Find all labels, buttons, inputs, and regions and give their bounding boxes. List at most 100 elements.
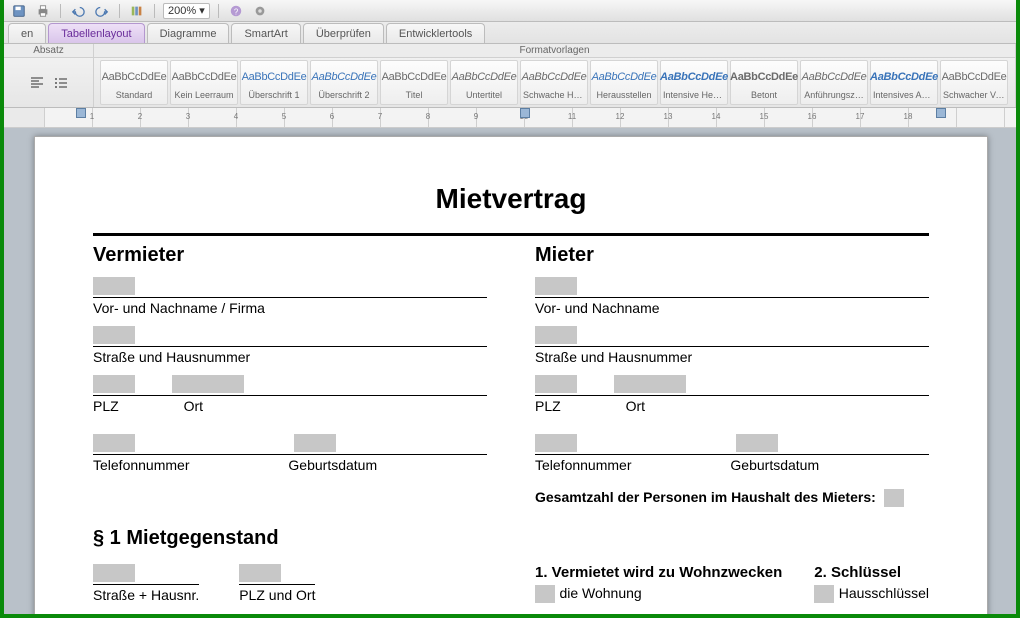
document-workarea[interactable]: Mietvertrag Vermieter Vor- und Nachname … xyxy=(4,128,1016,614)
ruler-number: 2 xyxy=(138,112,142,121)
library-icon[interactable] xyxy=(128,3,146,19)
style-name: Intensives An… xyxy=(873,89,935,103)
style-name: Schwache Her… xyxy=(523,89,585,103)
style-name: Schwacher Ve… xyxy=(943,89,1005,103)
field-placeholder[interactable] xyxy=(294,434,336,452)
label-plzort: PLZ und Ort xyxy=(239,587,315,603)
style-item[interactable]: AaBbCcDdEeTitel xyxy=(380,60,448,105)
document-page[interactable]: Mietvertrag Vermieter Vor- und Nachname … xyxy=(34,136,988,614)
field-line xyxy=(93,584,199,585)
field-placeholder[interactable] xyxy=(93,277,135,295)
style-sample: AaBbCcDdEe xyxy=(243,65,305,89)
group-title-paragraph: Absatz xyxy=(4,44,93,58)
ruler-number: 11 xyxy=(568,112,576,121)
field-placeholder[interactable] xyxy=(535,326,577,344)
ruler-number: 7 xyxy=(378,112,382,121)
field-placeholder[interactable] xyxy=(814,585,834,603)
field-placeholder[interactable] xyxy=(239,564,281,582)
label-plz-r: PLZ xyxy=(535,398,561,414)
label-ort: Ort xyxy=(184,398,203,414)
style-sample: AaBbCcDdEe xyxy=(733,65,795,89)
tab-entwicklertools[interactable]: Entwicklertools xyxy=(386,23,485,43)
settings-icon[interactable] xyxy=(251,3,269,19)
field-placeholder[interactable] xyxy=(535,375,577,393)
ruler-number: 4 xyxy=(234,112,238,121)
style-item[interactable]: AaBbCcDdEeKein Leerraum xyxy=(170,60,238,105)
ruler-number: 8 xyxy=(426,112,430,121)
doc-title: Mietvertrag xyxy=(93,183,929,215)
field-placeholder[interactable] xyxy=(93,326,135,344)
heading-mieter: Mieter xyxy=(535,244,929,267)
field-placeholder[interactable] xyxy=(93,564,135,582)
align-left-icon[interactable] xyxy=(27,73,47,93)
zoom-value: 200% xyxy=(168,5,196,17)
style-item[interactable]: AaBbCcDdEeIntensive Her… xyxy=(660,60,728,105)
help-icon[interactable]: ? xyxy=(227,3,245,19)
style-item[interactable]: AaBbCcDdEeBetont xyxy=(730,60,798,105)
style-item[interactable]: AaBbCcDdEeÜberschrift 1 xyxy=(240,60,308,105)
ruler-number: 1 xyxy=(90,112,94,121)
style-item[interactable]: AaBbCcDdEeStandard xyxy=(100,60,168,105)
ruler-number: 15 xyxy=(760,112,769,121)
redo-icon[interactable] xyxy=(93,3,111,19)
field-placeholder[interactable] xyxy=(736,434,778,452)
undo-icon[interactable] xyxy=(69,3,87,19)
subhead-2: 2. Schlüssel xyxy=(814,564,929,581)
field-placeholder[interactable] xyxy=(614,375,686,393)
center-marker-icon[interactable] xyxy=(520,108,530,118)
zoom-control[interactable]: 200% ▾ xyxy=(163,3,210,19)
label-tel: Telefonnummer xyxy=(93,457,190,473)
style-item[interactable]: AaBbCcDdEeSchwache Her… xyxy=(520,60,588,105)
label-dob-r: Geburtsdatum xyxy=(730,457,819,473)
field-placeholder[interactable] xyxy=(535,277,577,295)
title-rule xyxy=(93,233,929,236)
ribbon-tabs: en Tabellenlayout Diagramme SmartArt Übe… xyxy=(4,22,1016,44)
style-sample: AaBbCcDdEe xyxy=(103,65,165,89)
indent-marker-left-icon[interactable] xyxy=(76,108,86,118)
field-placeholder[interactable] xyxy=(172,375,244,393)
styles-gallery[interactable]: AaBbCcDdEeStandardAaBbCcDdEeKein Leerrau… xyxy=(94,58,1015,107)
style-item[interactable]: AaBbCcDdEeIntensives An… xyxy=(870,60,938,105)
indent-marker-right-icon[interactable] xyxy=(936,108,946,118)
field-placeholder[interactable] xyxy=(535,434,577,452)
horizontal-ruler[interactable]: 123456789101112131415161718 xyxy=(4,108,1016,128)
style-item[interactable]: AaBbCcDdEeSchwacher Ve… xyxy=(940,60,1008,105)
field-placeholder[interactable] xyxy=(93,434,135,452)
label-plz: PLZ xyxy=(93,398,119,414)
tab-tabellenlayout[interactable]: Tabellenlayout xyxy=(48,23,144,43)
ruler-number: 9 xyxy=(474,112,478,121)
tab-smartart[interactable]: SmartArt xyxy=(231,23,300,43)
style-sample: AaBbCcDdEe xyxy=(383,65,445,89)
tab-partial[interactable]: en xyxy=(8,23,46,43)
ribbon-group-styles: Formatvorlagen AaBbCcDdEeStandardAaBbCcD… xyxy=(94,44,1016,107)
field-placeholder[interactable] xyxy=(93,375,135,393)
ruler-scale: 123456789101112131415161718 xyxy=(44,108,1016,127)
label-ort-r: Ort xyxy=(626,398,645,414)
section1-left: Straße + Hausnr. PLZ und Ort xyxy=(93,564,487,603)
field-line xyxy=(93,346,487,347)
field-line xyxy=(535,395,929,396)
label-name-firma: Vor- und Nachname / Firma xyxy=(93,300,487,316)
field-placeholder[interactable] xyxy=(884,489,904,507)
style-item[interactable]: AaBbCcDdEeUntertitel xyxy=(450,60,518,105)
style-name: Überschrift 2 xyxy=(313,89,375,103)
field-placeholder[interactable] xyxy=(535,585,555,603)
style-item[interactable]: AaBbCcDdEeHerausstellen xyxy=(590,60,658,105)
label-wohnung: die Wohnung xyxy=(559,585,641,601)
label-haushalt: Gesamtzahl der Personen im Haushalt des … xyxy=(535,489,929,507)
col-vermieter: Vermieter Vor- und Nachname / Firma Stra… xyxy=(93,242,487,507)
label-street2: Straße + Hausnr. xyxy=(93,587,199,603)
app-window: 200% ▾ ? en Tabellenlayout Diagramme Sma… xyxy=(4,0,1016,614)
print-icon[interactable] xyxy=(34,3,52,19)
style-item[interactable]: AaBbCcDdEeAnführungsz… xyxy=(800,60,868,105)
tab-ueberpruefen[interactable]: Überprüfen xyxy=(303,23,384,43)
tab-diagramme[interactable]: Diagramme xyxy=(147,23,230,43)
list-icon[interactable] xyxy=(51,73,71,93)
parties-columns: Vermieter Vor- und Nachname / Firma Stra… xyxy=(93,242,929,507)
style-name: Überschrift 1 xyxy=(243,89,305,103)
group-title-styles: Formatvorlagen xyxy=(94,44,1015,58)
save-icon[interactable] xyxy=(10,3,28,19)
style-item[interactable]: AaBbCcDdEeÜberschrift 2 xyxy=(310,60,378,105)
ruler-number: 5 xyxy=(282,112,286,121)
style-name: Anführungsz… xyxy=(803,89,865,103)
